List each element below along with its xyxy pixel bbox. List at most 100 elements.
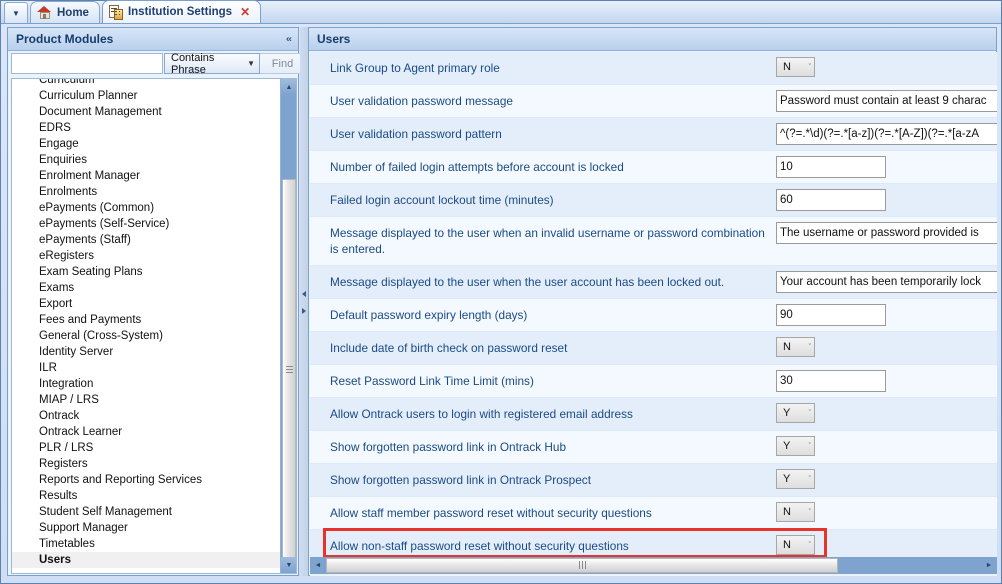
scroll-right-arrow-icon[interactable]: ► — [981, 558, 997, 574]
scroll-up-arrow-icon[interactable]: ▲ — [281, 79, 296, 95]
setting-text-input[interactable]: 30 — [776, 370, 886, 392]
list-item[interactable]: ePayments (Self-Service) — [12, 216, 280, 232]
scroll-left-arrow-icon[interactable]: ◄ — [310, 558, 326, 574]
chevron-down-icon: ˇ — [808, 442, 811, 450]
list-item[interactable]: MIAP / LRS — [12, 392, 280, 408]
setting-dropdown-value: N — [783, 61, 791, 73]
list-item[interactable]: Exam Seating Plans — [12, 264, 280, 280]
setting-dropdown[interactable]: Nˇ — [776, 535, 815, 555]
setting-text-value: 90 — [780, 309, 793, 321]
list-item[interactable]: eRegisters — [12, 248, 280, 264]
list-item-label: Curriculum Planner — [39, 90, 138, 102]
list-item[interactable]: Registers — [12, 456, 280, 472]
list-item-label: Identity Server — [39, 346, 114, 358]
list-item[interactable]: Identity Server — [12, 344, 280, 360]
setting-row: Failed login account lockout time (minut… — [310, 184, 997, 217]
setting-text-value: ^(?=.*\d)(?=.*[a-z])(?=.*[A-Z])(?=.*[a-z… — [780, 128, 980, 140]
panel-title: Users — [317, 32, 351, 46]
panel-splitter[interactable] — [300, 27, 308, 576]
settings-horizontal-scrollbar[interactable]: ◄ ► — [310, 557, 997, 574]
list-item[interactable]: ILR — [12, 360, 280, 376]
setting-control-cell: Password must contain at least 9 charac — [776, 85, 997, 112]
list-item[interactable]: PLR / LRS — [12, 440, 280, 456]
list-item-label: Enquiries — [39, 154, 87, 166]
list-item[interactable]: Results — [12, 488, 280, 504]
setting-text-input[interactable]: Password must contain at least 9 charac — [776, 90, 997, 112]
list-item[interactable]: Reports and Reporting Services — [12, 472, 280, 488]
setting-text-value: 60 — [780, 194, 793, 206]
chevron-up-double-icon[interactable]: « — [286, 34, 292, 44]
hscroll-track[interactable] — [326, 557, 981, 574]
setting-dropdown[interactable]: Yˇ — [776, 403, 815, 423]
setting-dropdown[interactable]: Yˇ — [776, 436, 815, 456]
setting-dropdown[interactable]: Nˇ — [776, 337, 815, 357]
list-item[interactable]: Ontrack Learner — [12, 424, 280, 440]
list-item-label: Enrolment Manager — [39, 170, 140, 182]
setting-control-cell: 10 — [776, 151, 886, 178]
tab-list-dropdown-button[interactable]: ▼ — [4, 2, 28, 23]
search-mode-label: Contains Phrase — [171, 51, 215, 76]
list-item-label: Registers — [39, 458, 88, 470]
setting-label: Number of failed login attempts before a… — [330, 160, 624, 174]
grip-icon — [285, 365, 293, 373]
list-item[interactable]: Support Manager — [12, 520, 280, 536]
chevron-down-icon: ˇ — [808, 508, 811, 516]
setting-label: Include date of birth check on password … — [330, 341, 568, 355]
list-item[interactable]: Ontrack — [12, 408, 280, 424]
setting-control-cell: 60 — [776, 184, 886, 211]
setting-text-value: Password must contain at least 9 charac — [780, 95, 987, 107]
setting-text-input[interactable]: 90 — [776, 304, 886, 326]
list-item[interactable]: Timetables — [12, 536, 280, 552]
setting-row: Include date of birth check on password … — [310, 332, 997, 365]
list-item[interactable]: Enrolment Manager — [12, 168, 280, 184]
list-item[interactable]: Document Management — [12, 104, 280, 120]
list-item[interactable]: ePayments (Staff) — [12, 232, 280, 248]
arrow-left-icon — [302, 290, 306, 297]
list-item[interactable]: ePayments (Common) — [12, 200, 280, 216]
scroll-down-arrow-icon[interactable]: ▼ — [281, 557, 296, 573]
search-input[interactable] — [11, 53, 163, 74]
close-icon[interactable]: ✕ — [240, 6, 250, 18]
list-item[interactable]: Enquiries — [12, 152, 280, 168]
setting-text-input[interactable]: The username or password provided is — [776, 222, 997, 244]
setting-text-input[interactable]: 60 — [776, 189, 886, 211]
list-item[interactable]: Exams — [12, 280, 280, 296]
setting-text-input[interactable]: ^(?=.*\d)(?=.*[a-z])(?=.*[A-Z])(?=.*[a-z… — [776, 123, 997, 145]
list-item[interactable]: Enrolments — [12, 184, 280, 200]
splitter-handle[interactable] — [301, 285, 307, 319]
chevron-down-icon: ˇ — [808, 409, 811, 417]
setting-dropdown[interactable]: Yˇ — [776, 469, 815, 489]
setting-label: Allow Ontrack users to login with regist… — [330, 407, 633, 421]
tab-institution-settings[interactable]: Institution Settings ✕ — [101, 0, 262, 23]
setting-dropdown-value: Y — [783, 440, 791, 452]
setting-control-cell: Your account has been temporarily lock — [776, 266, 997, 293]
list-item-label: General (Cross-System) — [39, 330, 163, 342]
setting-text-input[interactable]: 10 — [776, 156, 886, 178]
setting-row: Default password expiry length (days) 90 — [310, 299, 997, 332]
list-item[interactable]: General (Cross-System) — [12, 328, 280, 344]
setting-text-input[interactable]: Your account has been temporarily lock — [776, 271, 997, 293]
list-item[interactable]: Users — [12, 552, 280, 568]
list-item[interactable]: Fees and Payments — [12, 312, 280, 328]
setting-dropdown[interactable]: Nˇ — [776, 57, 815, 77]
setting-row: Allow staff member password reset withou… — [310, 497, 997, 530]
list-item[interactable]: Student Self Management — [12, 504, 280, 520]
list-item[interactable]: EDRS — [12, 120, 280, 136]
hscrollbar-thumb[interactable] — [326, 557, 838, 573]
home-icon — [37, 6, 52, 19]
product-modules-scrollbar[interactable]: ▲ ▼ — [280, 79, 296, 573]
scrollbar-thumb[interactable] — [282, 179, 296, 559]
list-item[interactable]: Curriculum — [12, 79, 280, 88]
setting-dropdown[interactable]: Nˇ — [776, 502, 815, 522]
list-item[interactable]: Engage — [12, 136, 280, 152]
list-item[interactable]: Integration — [12, 376, 280, 392]
list-item[interactable]: Curriculum Planner — [12, 88, 280, 104]
setting-label: Failed login account lockout time (minut… — [330, 193, 554, 207]
search-mode-dropdown[interactable]: Contains Phrase ▼ — [164, 51, 260, 76]
list-item[interactable]: Export — [12, 296, 280, 312]
find-bar: Contains Phrase ▼ Find — [8, 51, 306, 76]
setting-text-value: 30 — [780, 375, 793, 387]
setting-row: Link Group to Agent primary role N ˇ — [310, 52, 997, 85]
setting-label: Link Group to Agent primary role — [330, 61, 500, 75]
tab-home[interactable]: Home — [30, 1, 100, 23]
